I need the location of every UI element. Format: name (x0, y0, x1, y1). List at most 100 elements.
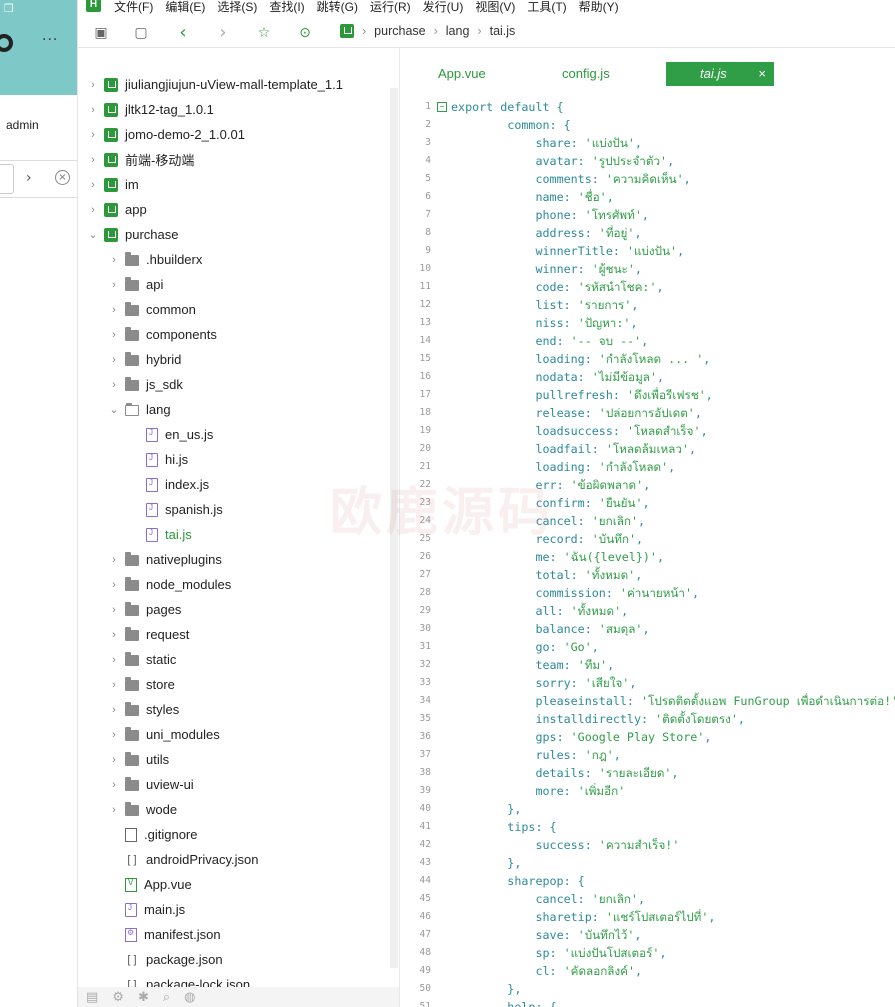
code-line[interactable]: 40 }, (401, 800, 895, 818)
code-line[interactable]: 37 rules: 'กฎ', (401, 746, 895, 764)
tree-item[interactable]: manifest.json (78, 922, 399, 947)
menu-item[interactable]: 查找(I) (269, 0, 304, 15)
close-icon[interactable]: × (758, 62, 766, 86)
tree-item[interactable]: index.js (78, 472, 399, 497)
code-line[interactable]: 45 cancel: 'ยกเลิก', (401, 890, 895, 908)
code-line[interactable]: 35 installdirectly: 'ติดตั้งโดยตรง', (401, 710, 895, 728)
chevron-icon[interactable]: › (88, 79, 98, 91)
chevron-icon[interactable]: › (109, 329, 119, 341)
tree-item[interactable]: › utils (78, 747, 399, 772)
code-line[interactable]: 18 release: 'ปล่อยการอัปเดต', (401, 404, 895, 422)
chevron-icon[interactable]: › (109, 579, 119, 591)
chevron-icon[interactable]: › (88, 129, 98, 141)
code-line[interactable]: 20 loadfail: 'โหลดล้มเหลว', (401, 440, 895, 458)
tree-item[interactable]: spanish.js (78, 497, 399, 522)
code-line[interactable]: 32 team: 'ทีม', (401, 656, 895, 674)
code-line[interactable]: 25 record: 'บันทึก', (401, 530, 895, 548)
code-line[interactable]: 36 gps: 'Google Play Store', (401, 728, 895, 746)
menu-item[interactable]: 工具(T) (527, 0, 566, 15)
code-line[interactable]: 24 cancel: 'ยกเลิก', (401, 512, 895, 530)
chevron-icon[interactable]: › (88, 179, 98, 191)
chevron-icon[interactable]: ⌄ (88, 228, 98, 241)
code-line[interactable]: 12 list: 'รายการ', (401, 296, 895, 314)
code-line[interactable]: 33 sorry: 'เสียใจ', (401, 674, 895, 692)
tab-config-js[interactable]: config.js (562, 62, 610, 86)
menu-item[interactable]: 文件(F) (114, 0, 153, 15)
tree-item[interactable]: › api (78, 272, 399, 297)
code-line[interactable]: 11 code: 'รหัสนำโชค:', (401, 278, 895, 296)
tree-item[interactable]: tai.js (78, 522, 399, 547)
folder-icon[interactable]: ▤ (86, 990, 98, 1005)
tree-item[interactable]: › store (78, 672, 399, 697)
tree-item[interactable]: › styles (78, 697, 399, 722)
tree-item[interactable]: › .hbuilderx (78, 247, 399, 272)
tree-item[interactable]: › uview-ui (78, 772, 399, 797)
code-line[interactable]: 51 help: { (401, 998, 895, 1007)
chevron-right-icon[interactable]: › (26, 170, 32, 186)
code-line[interactable]: 9 winnerTitle: 'แบ่งปัน', (401, 242, 895, 260)
chevron-icon[interactable]: › (109, 804, 119, 816)
chevron-icon[interactable]: › (88, 204, 98, 216)
code-line[interactable]: 8 address: 'ที่อยู่', (401, 224, 895, 242)
save-icon[interactable]: ▢ (132, 24, 150, 42)
breadcrumb-item[interactable]: lang (446, 24, 470, 38)
fold-icon[interactable]: − (437, 102, 447, 112)
code-line[interactable]: 43 }, (401, 854, 895, 872)
code-line[interactable]: 31 go: 'Go', (401, 638, 895, 656)
tree-item[interactable]: main.js (78, 897, 399, 922)
tree-item[interactable]: › app (78, 197, 399, 222)
tree-item[interactable]: › components (78, 322, 399, 347)
back-icon[interactable]: ‹ (174, 24, 192, 42)
tree-item[interactable]: › im (78, 172, 399, 197)
code-line[interactable]: 46 sharetip: 'แชร์โปสเตอร์ไปที่', (401, 908, 895, 926)
menu-item[interactable]: 视图(V) (475, 0, 515, 15)
menu-item[interactable]: 帮助(Y) (579, 0, 619, 15)
code-line[interactable]: 16 nodata: 'ไม่มีข้อมูล', (401, 368, 895, 386)
search-icon[interactable]: ⌕ (163, 990, 170, 1005)
tree-item[interactable]: › node_modules (78, 572, 399, 597)
more-menu-button[interactable]: ··· (42, 32, 58, 48)
code-line[interactable]: 34 pleaseinstall: 'โปรดติดตั้งแอพ FunGro… (401, 692, 895, 710)
code-line[interactable]: 22 err: 'ข้อผิดพลาด', (401, 476, 895, 494)
code-line[interactable]: 26 me: 'ฉัน({level})', (401, 548, 895, 566)
tab-tai-js[interactable]: tai.js × (666, 62, 774, 86)
code-line[interactable]: 44 sharepop: { (401, 872, 895, 890)
code-line[interactable]: 7 phone: 'โทรศัพท์', (401, 206, 895, 224)
close-circle-icon[interactable]: × (55, 170, 70, 185)
tree-item[interactable]: › pages (78, 597, 399, 622)
code-line[interactable]: 3 share: 'แบ่งปัน', (401, 134, 895, 152)
tree-item[interactable]: › jiuliangjiujun-uView-mall-template_1.1 (78, 72, 399, 97)
chevron-icon[interactable]: › (88, 104, 98, 116)
code-line[interactable]: 21 loading: 'กำลังโหลด', (401, 458, 895, 476)
tree-item[interactable]: hi.js (78, 447, 399, 472)
forward-icon[interactable]: › (214, 24, 232, 42)
code-line[interactable]: 13 niss: 'ปัญหา:', (401, 314, 895, 332)
chevron-icon[interactable]: › (109, 754, 119, 766)
tree-item[interactable]: › jltk12-tag_1.0.1 (78, 97, 399, 122)
code-line[interactable]: 41 tips: { (401, 818, 895, 836)
plugin-icon[interactable]: ⚙ (112, 990, 124, 1005)
tree-item[interactable]: › static (78, 647, 399, 672)
globe-icon[interactable]: ◍ (184, 990, 195, 1005)
code-line[interactable]: 50 }, (401, 980, 895, 998)
code-line[interactable]: 2 common: { (401, 116, 895, 134)
chevron-icon[interactable]: › (109, 279, 119, 291)
breadcrumb-item[interactable]: purchase (374, 24, 425, 38)
chevron-icon[interactable]: › (109, 704, 119, 716)
code-line[interactable]: 29 all: 'ทั้งหมด', (401, 602, 895, 620)
chevron-icon[interactable]: ⌄ (109, 403, 119, 416)
code-line[interactable]: 47 save: 'บันทึกไว้', (401, 926, 895, 944)
tree-item[interactable]: › wode (78, 797, 399, 822)
restore-icon[interactable]: ❐ (4, 2, 14, 15)
menu-item[interactable]: 跳转(G) (317, 0, 358, 15)
code-line[interactable]: 4 avatar: 'รูปประจำตัว', (401, 152, 895, 170)
menu-item[interactable]: 运行(R) (370, 0, 411, 15)
breadcrumb-item[interactable]: tai.js (490, 24, 516, 38)
bug-icon[interactable]: ✱ (138, 990, 149, 1005)
code-line[interactable]: 27 total: 'ทั้งหมด', (401, 566, 895, 584)
tree-item[interactable]: › nativeplugins (78, 547, 399, 572)
chevron-icon[interactable]: › (109, 554, 119, 566)
code-line[interactable]: 6 name: 'ชื่อ', (401, 188, 895, 206)
menu-item[interactable]: 编辑(E) (165, 0, 205, 15)
code-line[interactable]: 42 success: 'ความสำเร็จ!' (401, 836, 895, 854)
